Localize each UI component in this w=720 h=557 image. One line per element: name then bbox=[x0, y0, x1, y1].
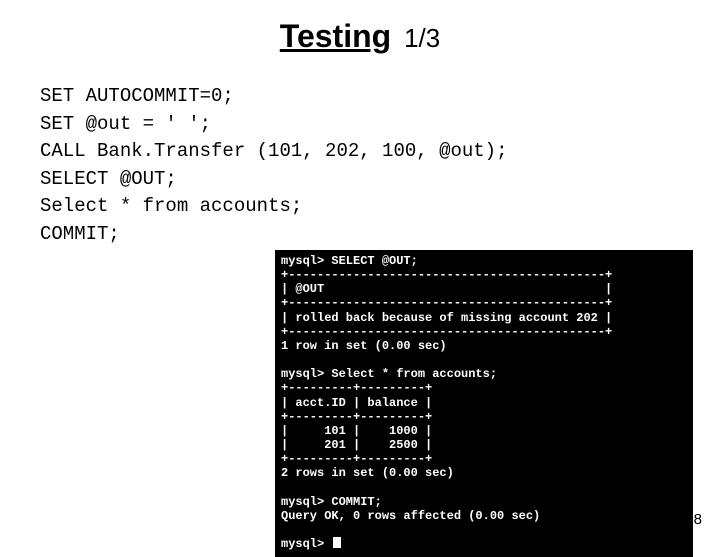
term-line: mysql> COMMIT; bbox=[281, 495, 382, 509]
term-line: mysql> Select * from accounts; bbox=[281, 367, 497, 381]
term-line: +---------+---------+ bbox=[281, 410, 432, 424]
terminal-output: mysql> SELECT @OUT; +-------------------… bbox=[275, 250, 693, 557]
term-line: | 101 | 1000 | bbox=[281, 424, 432, 438]
term-line: | rolled back because of missing account… bbox=[281, 311, 612, 325]
sql-line: Select * from accounts; bbox=[40, 195, 302, 217]
term-line: mysql> bbox=[281, 537, 331, 551]
sql-code-block: SET AUTOCOMMIT=0; SET @out = ' '; CALL B… bbox=[40, 83, 720, 248]
term-line: +---------------------------------------… bbox=[281, 296, 612, 310]
term-line: 2 rows in set (0.00 sec) bbox=[281, 466, 454, 480]
term-line: | acct.ID | balance | bbox=[281, 396, 432, 410]
sql-line: CALL Bank.Transfer (101, 202, 100, @out)… bbox=[40, 140, 507, 162]
term-line: +---------------------------------------… bbox=[281, 325, 612, 339]
term-line: Query OK, 0 rows affected (0.00 sec) bbox=[281, 509, 540, 523]
sql-line: SET @out = ' '; bbox=[40, 113, 211, 135]
sql-line: SELECT @OUT; bbox=[40, 168, 177, 190]
term-line: +---------+---------+ bbox=[281, 381, 432, 395]
slide-title: Testing 1/3 bbox=[0, 0, 720, 55]
title-main: Testing bbox=[280, 18, 391, 54]
page-number: 18 bbox=[685, 511, 702, 528]
term-line: +---------+---------+ bbox=[281, 452, 432, 466]
term-line: +---------------------------------------… bbox=[281, 268, 612, 282]
sql-line: COMMIT; bbox=[40, 223, 120, 245]
sql-line: SET AUTOCOMMIT=0; bbox=[40, 85, 234, 107]
term-line: | @OUT | bbox=[281, 282, 612, 296]
term-line: | 201 | 2500 | bbox=[281, 438, 432, 452]
term-line: 1 row in set (0.00 sec) bbox=[281, 339, 447, 353]
cursor-icon bbox=[333, 537, 341, 548]
term-line: mysql> SELECT @OUT; bbox=[281, 254, 418, 268]
title-fraction: 1/3 bbox=[404, 23, 440, 53]
